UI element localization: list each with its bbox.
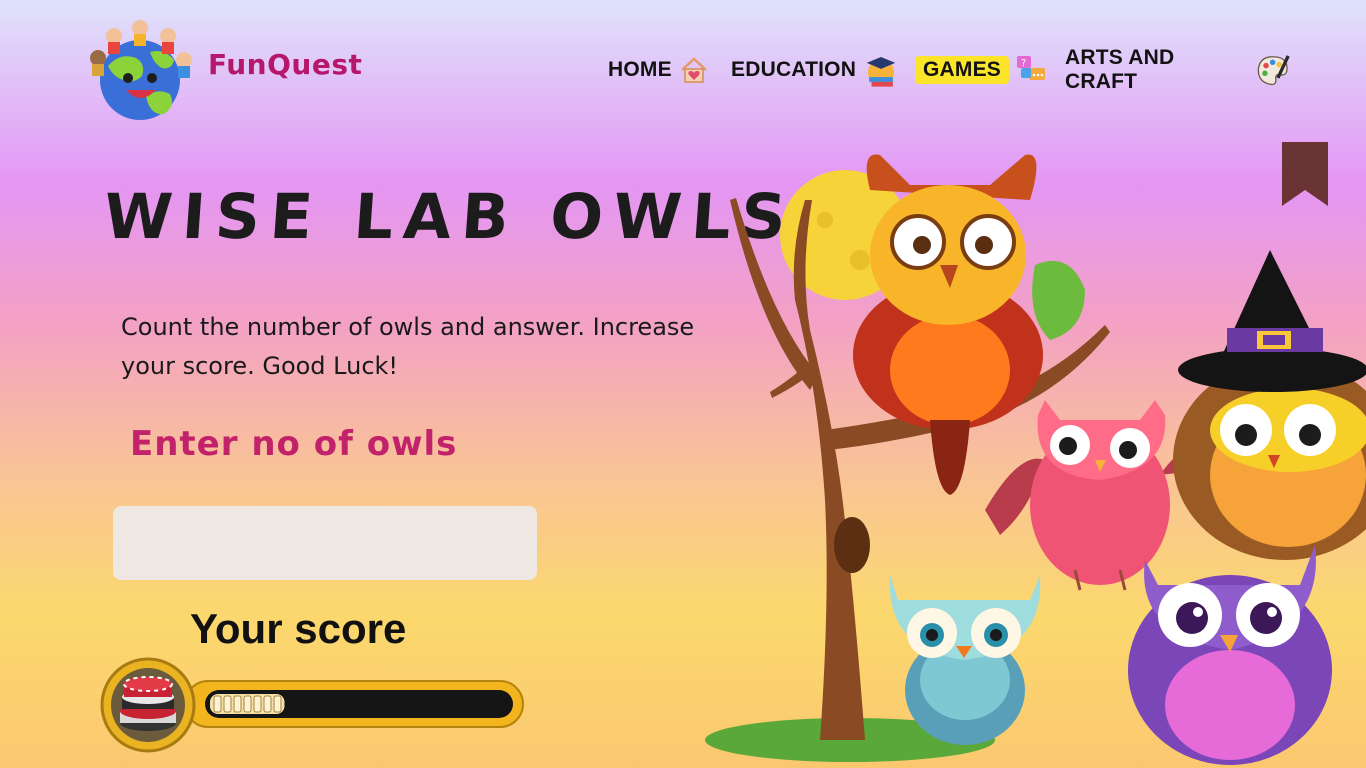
earth-kids-logo-icon [90,20,192,120]
nav-arts-and-craft-label: ARTS AND CRAFT [1065,46,1175,93]
svg-text:?: ? [1021,58,1026,69]
score-label: Your score [190,605,407,652]
score-progress-segment [273,695,282,713]
nav-games[interactable]: GAMES ? [915,50,1047,90]
purple-owl [1128,545,1332,765]
brand-logo[interactable]: FunQuest [84,18,374,123]
nav-arts-and-craft[interactable]: ARTS AND CRAFT [1065,46,1290,93]
graduation-books-icon [866,56,896,87]
answer-field-label: Enter no of owls [130,424,458,464]
score-progress-segment [223,695,232,713]
owl-count-input[interactable] [113,506,537,580]
score-progress-segment [263,695,272,713]
page-title: WISE LAB OWLS [101,180,799,253]
paint-palette-icon [1257,55,1290,86]
nav-games-label: GAMES [915,56,1010,84]
home-heart-icon [680,57,707,83]
brand-name: FunQuest [208,48,363,81]
score-meter-graphic [100,657,524,753]
score-meter [100,655,530,755]
nav-education-label: EDUCATION [731,58,857,81]
leaf-icon [1032,260,1085,340]
chat-bubbles-icon: ? [1017,56,1046,80]
top-navigation: HOME EDUCATION GAMES ? ARTS AND CRAFT [600,46,1290,94]
teal-owl [889,575,1041,745]
nav-home[interactable]: HOME [608,50,710,90]
score-progress-fill [210,694,285,714]
score-progress-segment [233,695,242,713]
owl-scene-illustration [705,154,1366,765]
instructions-text: Count the number of owls and answer. Inc… [121,313,695,380]
nav-home-label: HOME [608,58,672,81]
poker-chips-icon [120,676,176,731]
nav-education[interactable]: EDUCATION [731,50,900,90]
score-progress-segment [253,695,262,713]
score-progress-segment [243,695,252,713]
score-progress-segment [213,695,222,713]
witch-owl [1173,250,1366,560]
